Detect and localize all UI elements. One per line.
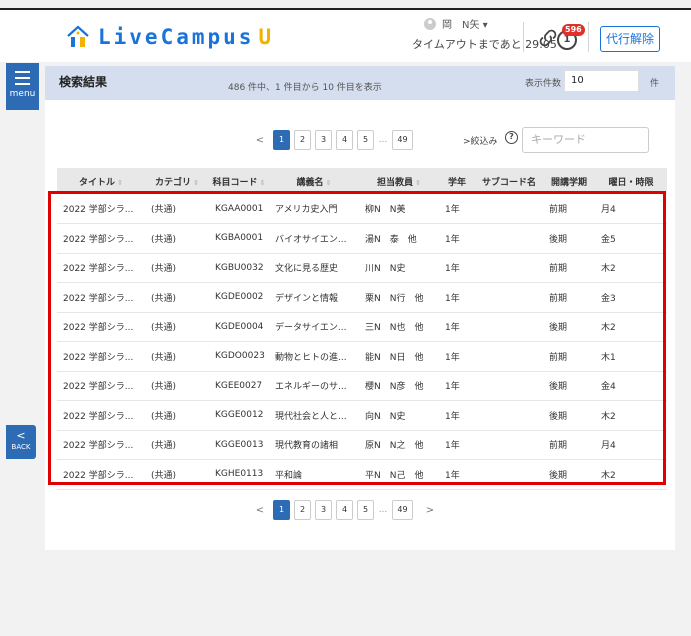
sort-icon: ⇕ bbox=[259, 178, 266, 187]
pager-page[interactable]: 3 bbox=[315, 500, 332, 520]
pager-ellipsis: ... bbox=[378, 135, 388, 145]
pager-page[interactable]: 4 bbox=[336, 130, 353, 150]
proxy-release-button[interactable]: 代行解除 bbox=[600, 26, 660, 52]
result-count: 486 件中、1 件目から 10 件目を表示 bbox=[228, 83, 382, 93]
per-page-unit: 件 bbox=[650, 79, 660, 89]
pager-page[interactable]: 2 bbox=[294, 500, 311, 520]
keyword-search-input[interactable]: キーワード bbox=[522, 127, 649, 153]
pager-page[interactable]: 1 bbox=[273, 130, 290, 150]
pager-ellipsis: ... bbox=[378, 505, 388, 515]
sort-icon: ⇕ bbox=[325, 178, 332, 187]
user-name[interactable]: 岡 N矢 ▾ bbox=[442, 16, 488, 31]
sort-icon: ⇕ bbox=[117, 178, 123, 187]
pager-page[interactable]: 3 bbox=[315, 130, 332, 150]
menu-label: menu bbox=[9, 89, 36, 99]
pager-last-page[interactable]: 49 bbox=[392, 130, 413, 150]
results-titlebar: 検索結果 486 件中、1 件目から 10 件目を表示 表示件数 10 件 bbox=[45, 66, 675, 100]
notification-button[interactable]: 1 596 bbox=[553, 24, 585, 52]
pager-page[interactable]: 5 bbox=[357, 500, 374, 520]
filter-toggle[interactable]: >絞込み bbox=[463, 134, 498, 147]
header-divider bbox=[588, 22, 589, 52]
sort-icon: ⇕ bbox=[193, 178, 199, 187]
pager-page[interactable]: 4 bbox=[336, 500, 353, 520]
campus-logo-icon bbox=[67, 25, 89, 47]
pager-page[interactable]: 5 bbox=[357, 130, 374, 150]
page-title: 検索結果 bbox=[59, 75, 108, 89]
help-icon[interactable]: ? bbox=[505, 131, 518, 144]
back-label: BACK bbox=[11, 443, 31, 451]
pager-next[interactable]: > bbox=[425, 505, 435, 516]
selection-highlight-box bbox=[48, 191, 666, 485]
user-avatar-icon bbox=[424, 17, 436, 30]
pagination-top: < 1 2 3 4 5 ... 49 bbox=[255, 130, 417, 150]
pager-page[interactable]: 1 bbox=[273, 500, 290, 520]
timeout-text: タイムアウトまであと 29:05 bbox=[412, 38, 557, 51]
logo-text: LiveCampus bbox=[98, 25, 255, 49]
menu-button[interactable]: menu bbox=[6, 63, 39, 110]
user-info[interactable]: 岡 N矢 ▾ タイムアウトまであと 29:05 bbox=[412, 16, 557, 52]
pager-prev[interactable]: < bbox=[255, 505, 265, 516]
pager-prev[interactable]: < bbox=[255, 135, 265, 146]
app-header: LiveCampus U 岡 N矢 ▾ タイムアウトまであと 29:05 1 5… bbox=[0, 10, 691, 62]
logo-text-u: U bbox=[258, 25, 275, 49]
back-button[interactable]: < BACK bbox=[6, 425, 36, 459]
sort-icon: ⇕ bbox=[415, 178, 421, 187]
notification-badge: 596 bbox=[562, 24, 585, 36]
per-page-label: 表示件数 bbox=[525, 79, 562, 89]
header-divider bbox=[523, 22, 524, 52]
hamburger-icon bbox=[15, 71, 30, 85]
per-page-input[interactable]: 10 bbox=[564, 70, 639, 92]
pagination-bottom: < 1 2 3 4 5 ... 49 > bbox=[255, 500, 443, 520]
pager-page[interactable]: 2 bbox=[294, 130, 311, 150]
app-logo[interactable]: LiveCampus U bbox=[66, 24, 274, 50]
pager-last-page[interactable]: 49 bbox=[392, 500, 413, 520]
chevron-left-icon: < bbox=[16, 429, 26, 442]
